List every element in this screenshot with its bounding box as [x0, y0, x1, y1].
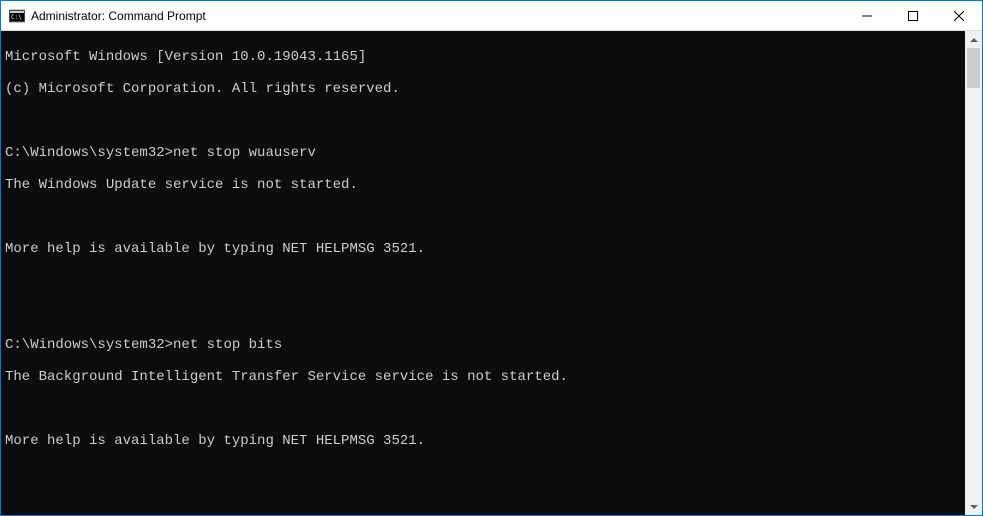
output-line: (c) Microsoft Corporation. All rights re… — [5, 81, 965, 97]
prompt: C:\Windows\system32> — [5, 145, 173, 161]
scrollbar[interactable] — [965, 31, 982, 515]
prompt-line: C:\Windows\system32>net stop wuauserv — [5, 145, 965, 161]
blank-line — [5, 465, 965, 481]
blank-line — [5, 209, 965, 225]
window-title: Administrator: Command Prompt — [31, 9, 844, 23]
terminal-area: Microsoft Windows [Version 10.0.19043.11… — [1, 31, 982, 515]
output-line: Microsoft Windows [Version 10.0.19043.11… — [5, 49, 965, 65]
prompt-line: C:\Windows\system32>net stop bits — [5, 337, 965, 353]
command-text: net stop wuauserv — [173, 145, 316, 161]
output-line: The Background Intelligent Transfer Serv… — [5, 369, 965, 385]
blank-line — [5, 273, 965, 289]
maximize-button[interactable] — [890, 1, 936, 30]
close-button[interactable] — [936, 1, 982, 30]
output-line: More help is available by typing NET HEL… — [5, 433, 965, 449]
blank-line — [5, 305, 965, 321]
command-prompt-window: C:\ Administrator: Command Prompt Micros… — [0, 0, 983, 516]
window-controls — [844, 1, 982, 30]
svg-text:C:\: C:\ — [11, 14, 22, 21]
blank-line — [5, 401, 965, 417]
cmd-icon: C:\ — [9, 8, 25, 24]
scroll-down-button[interactable] — [965, 498, 982, 515]
scrollbar-track[interactable] — [965, 48, 982, 498]
terminal-output[interactable]: Microsoft Windows [Version 10.0.19043.11… — [1, 31, 965, 515]
minimize-button[interactable] — [844, 1, 890, 30]
output-line: More help is available by typing NET HEL… — [5, 241, 965, 257]
scrollbar-thumb[interactable] — [967, 48, 980, 88]
command-text: net stop bits — [173, 337, 282, 353]
titlebar: C:\ Administrator: Command Prompt — [1, 1, 982, 31]
blank-line — [5, 113, 965, 129]
output-line: The Windows Update service is not starte… — [5, 177, 965, 193]
prompt: C:\Windows\system32> — [5, 337, 173, 353]
scroll-up-button[interactable] — [965, 31, 982, 48]
blank-line — [5, 497, 965, 513]
